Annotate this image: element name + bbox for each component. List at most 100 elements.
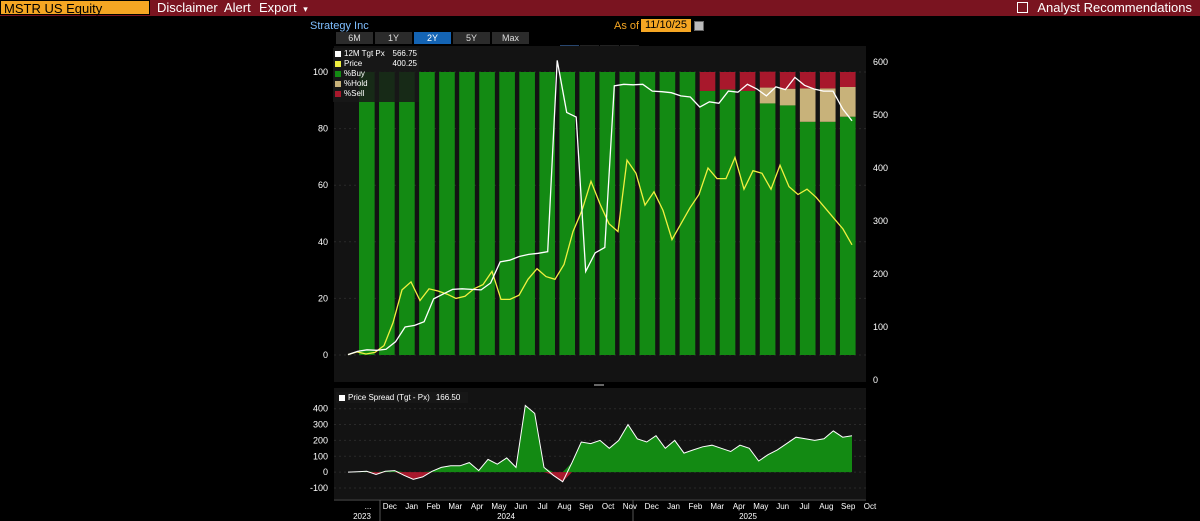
month-tick-label: Aug xyxy=(819,502,833,511)
month-tick-label: Sep xyxy=(579,502,594,511)
spread-swatch xyxy=(339,394,345,401)
year-tick-label: 2024 xyxy=(497,512,515,521)
left-tick-label: 80 xyxy=(318,124,328,134)
month-tick-label: Jun xyxy=(776,502,789,511)
legend-value: 566.75 xyxy=(392,49,417,58)
right-tick-label: 600 xyxy=(873,57,888,67)
spread-tick-label: 200 xyxy=(313,435,328,445)
legend-label: 12M Tgt Px xyxy=(344,49,385,58)
right-tick-label: 100 xyxy=(873,322,888,332)
buy-bar xyxy=(559,72,576,355)
month-tick-label: Feb xyxy=(427,502,441,511)
buy-bar xyxy=(759,103,776,356)
month-tick-label: Mar xyxy=(448,502,462,511)
month-tick-label: May xyxy=(753,502,768,511)
left-tick-label: 100 xyxy=(313,67,328,77)
buy-bar xyxy=(739,90,756,355)
legend-swatch xyxy=(335,51,341,57)
month-tick-label: Dec xyxy=(645,502,659,511)
spread-tick-label: 0 xyxy=(323,467,328,477)
month-tick-label: Mar xyxy=(710,502,724,511)
spread-tick-label: -100 xyxy=(310,483,328,493)
analyst-chart: 0 20 40 60 80 100 0 100 200 300 400 500 600 -100 0 100 2… xyxy=(310,46,888,521)
hold-bar xyxy=(779,88,796,106)
legend-value: 400.25 xyxy=(392,59,417,68)
month-tick-label: ... xyxy=(365,502,372,511)
buy-bar xyxy=(819,121,836,355)
buy-bar xyxy=(539,72,555,355)
legend-label: %Sell xyxy=(344,89,365,98)
spread-tick-label: 100 xyxy=(313,451,328,461)
buy-bar xyxy=(639,72,656,355)
buy-bar xyxy=(499,72,515,355)
legend-item: Price 400.25 xyxy=(335,59,417,69)
buy-bar xyxy=(419,72,435,355)
month-tick-label: Jan xyxy=(667,502,680,511)
right-tick-label: 500 xyxy=(873,110,888,120)
buy-bar xyxy=(359,72,375,355)
legend-swatch xyxy=(335,91,341,97)
month-tick-label: Jun xyxy=(514,502,527,511)
buy-bar xyxy=(839,116,856,356)
legend-item: %Sell xyxy=(335,89,417,99)
left-tick-label: 60 xyxy=(318,180,328,190)
month-tick-label: Apr xyxy=(733,502,746,511)
hold-bar xyxy=(819,88,836,122)
spread-tick-label: 300 xyxy=(313,420,328,430)
month-tick-label: Jul xyxy=(537,502,547,511)
month-tick-label: Oct xyxy=(602,502,615,511)
buy-bar xyxy=(619,72,636,355)
sell-bar xyxy=(759,71,776,88)
right-tick-label: 400 xyxy=(873,163,888,173)
legend-item: %Buy xyxy=(335,69,417,79)
hold-bar xyxy=(839,86,856,117)
buy-bar xyxy=(779,105,796,355)
buy-bar xyxy=(699,90,716,355)
month-tick-label: Jan xyxy=(405,502,418,511)
legend-swatch xyxy=(335,81,341,87)
year-tick-label: 2025 xyxy=(739,512,757,521)
legend-item: 12M Tgt Px 566.75 xyxy=(335,49,417,59)
buy-bar xyxy=(799,121,816,355)
panel-splitter xyxy=(594,384,604,386)
right-tick-label: 200 xyxy=(873,269,888,279)
buy-bar xyxy=(659,72,676,355)
legend-label: %Hold xyxy=(344,79,368,88)
legend-label: Price xyxy=(344,59,363,68)
spread-legend: Price Spread (Tgt - Px) 166.50 xyxy=(336,392,468,403)
chart-legend: 12M Tgt Px 566.75 Price 400.25 %Buy %Hold %Sel… xyxy=(333,48,419,102)
sell-bar xyxy=(839,72,856,87)
left-tick-label: 0 xyxy=(323,350,328,360)
buy-bar xyxy=(399,72,415,355)
month-tick-label: Oct xyxy=(864,502,877,511)
buy-bar xyxy=(719,89,736,356)
right-tick-label: 0 xyxy=(873,375,878,385)
sell-bar xyxy=(719,72,736,90)
left-tick-label: 20 xyxy=(318,293,328,303)
legend-swatch xyxy=(335,71,341,77)
spread-tick-label: 400 xyxy=(313,404,328,414)
legend-item: %Hold xyxy=(335,79,417,89)
sell-bar xyxy=(699,72,716,91)
legend-swatch xyxy=(335,61,341,67)
hold-bar xyxy=(799,88,816,122)
right-tick-label: 300 xyxy=(873,216,888,226)
buy-bar xyxy=(439,72,455,355)
legend-label: %Buy xyxy=(344,69,365,78)
month-tick-label: Nov xyxy=(623,502,637,511)
month-tick-label: Sep xyxy=(841,502,856,511)
left-tick-label: 40 xyxy=(318,237,328,247)
spread-legend-value: 166.50 xyxy=(435,393,461,402)
sell-bar xyxy=(819,72,836,89)
month-tick-label: Jul xyxy=(799,502,809,511)
buy-bar xyxy=(479,72,495,355)
month-tick-label: Apr xyxy=(471,502,484,511)
month-tick-label: Aug xyxy=(557,502,571,511)
month-tick-label: Dec xyxy=(383,502,397,511)
spread-legend-label: Price Spread (Tgt - Px) xyxy=(348,393,430,402)
buy-bar xyxy=(379,72,395,355)
buy-bar xyxy=(519,72,535,355)
month-tick-label: Feb xyxy=(688,502,702,511)
buy-bar xyxy=(459,72,475,355)
year-tick-label: 2023 xyxy=(353,512,371,521)
